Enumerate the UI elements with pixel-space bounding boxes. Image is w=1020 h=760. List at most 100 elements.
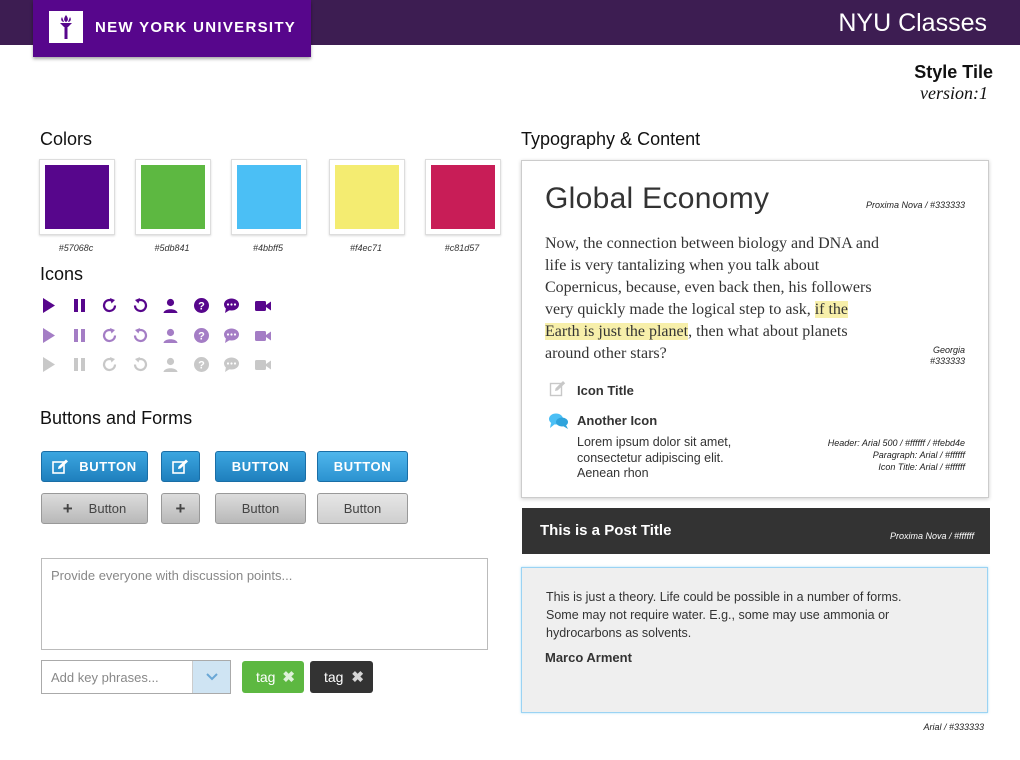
- colors-heading: Colors: [40, 129, 93, 149]
- play-icon[interactable]: [40, 325, 71, 345]
- help-icon[interactable]: ?: [193, 325, 224, 345]
- swatch-label: #c81d57: [444, 243, 480, 253]
- video-icon[interactable]: [254, 354, 285, 374]
- quote-text: This is just a theory. Life could be pos…: [546, 590, 902, 640]
- add-icon-button[interactable]: +: [161, 493, 200, 524]
- edit-icon-button[interactable]: [161, 451, 200, 482]
- edit-icon: [172, 459, 189, 474]
- select-placeholder: Add key phrases...: [51, 670, 159, 685]
- spec-note: Paragraph: Arial / #ffffff: [872, 450, 965, 460]
- icon-title: Icon Title: [577, 383, 634, 398]
- torch-icon: [49, 11, 83, 43]
- add-button[interactable]: + Button: [41, 493, 148, 524]
- video-icon[interactable]: [254, 295, 285, 315]
- close-icon[interactable]: ✖: [282, 668, 295, 686]
- refresh-icon[interactable]: [101, 295, 132, 315]
- post-title-note: Proxima Nova / #ffffff: [889, 531, 974, 541]
- primary-button-hover-label: BUTTON: [333, 459, 392, 474]
- tag-chip[interactable]: tag ✖: [310, 661, 373, 693]
- post-title-bar: This is a Post Title Proxima Nova / #fff…: [522, 508, 990, 554]
- svg-text:?: ?: [198, 359, 205, 371]
- help-icon[interactable]: ?: [193, 295, 224, 315]
- swatch-label: #5db841: [154, 243, 190, 253]
- secondary-button-hover-label: Button: [343, 501, 382, 516]
- tag-chip[interactable]: tag ✖: [242, 661, 304, 693]
- chat-icon[interactable]: [223, 325, 254, 345]
- play-icon[interactable]: [40, 354, 71, 374]
- swatch-fill: [335, 165, 399, 229]
- secondary-button-hover[interactable]: Button: [317, 493, 408, 524]
- key-phrases-select[interactable]: Add key phrases...: [41, 660, 231, 694]
- svg-text:?: ?: [198, 300, 205, 312]
- svg-text:?: ?: [198, 330, 205, 342]
- swatch-fill: [45, 165, 109, 229]
- plus-icon: +: [62, 498, 73, 518]
- close-icon[interactable]: ✖: [351, 668, 364, 686]
- typography-card: Global Economy Proxima Nova / #333333 No…: [521, 160, 989, 498]
- undo-icon[interactable]: [132, 295, 163, 315]
- pause-icon[interactable]: [71, 295, 102, 315]
- quote-note: Arial / #333333: [923, 722, 984, 732]
- chat-icon[interactable]: [223, 354, 254, 374]
- logo-text: NEW YORK UNIVERSITY: [95, 19, 297, 36]
- chevron-down-icon[interactable]: [192, 661, 230, 693]
- icons-heading: Icons: [40, 264, 84, 284]
- color-swatch: [39, 159, 115, 235]
- spec-note: Icon Title: Arial / #ffffff: [878, 462, 965, 472]
- font-note: Georgia: [932, 345, 965, 355]
- font-note: #333333: [929, 356, 965, 366]
- post-title[interactable]: This is a Post Title: [540, 522, 671, 539]
- video-icon[interactable]: [254, 325, 285, 345]
- edit-button[interactable]: BUTTON: [41, 451, 148, 482]
- primary-button-hover[interactable]: BUTTON: [317, 451, 408, 482]
- another-icon-description: Lorem ipsum dolor sit amet, consectetur …: [577, 435, 732, 480]
- plus-icon: +: [175, 498, 186, 518]
- add-button-label: Button: [88, 501, 127, 516]
- undo-icon[interactable]: [132, 354, 163, 374]
- swatch-fill: [431, 165, 495, 229]
- tag-label: tag: [324, 669, 344, 685]
- user-icon[interactable]: [162, 295, 193, 315]
- spec-note: Header: Arial 500 / #ffffff / #febd4e: [827, 438, 965, 448]
- swatch-label: #f4ec71: [349, 243, 383, 253]
- buttons-forms-heading: Buttons and Forms: [40, 408, 193, 428]
- color-swatch: [135, 159, 211, 235]
- quote-box: This is just a theory. Life could be pos…: [521, 567, 988, 713]
- color-swatch: [231, 159, 307, 235]
- nyu-logo[interactable]: NEW YORK UNIVERSITY: [33, 0, 311, 57]
- content-title: Global Economy: [545, 182, 770, 215]
- font-note: Proxima Nova / #333333: [865, 200, 965, 210]
- play-icon[interactable]: [40, 295, 71, 315]
- swatch-fill: [237, 165, 301, 229]
- secondary-button-label: Button: [241, 501, 280, 516]
- icon-row: ?: [40, 325, 284, 345]
- user-icon[interactable]: [162, 325, 193, 345]
- version-label: version:1: [920, 83, 988, 103]
- swatch-label: #57068c: [58, 243, 94, 253]
- quote-author: Marco Arment: [545, 650, 632, 665]
- pause-icon[interactable]: [71, 354, 102, 374]
- color-swatch: [329, 159, 405, 235]
- edit-icon: [52, 459, 69, 474]
- chat-icon: [548, 411, 569, 435]
- content-paragraph: Now, the connection between biology and …: [545, 233, 885, 365]
- chat-icon[interactable]: [223, 295, 254, 315]
- edit-button-label: BUTTON: [79, 459, 137, 474]
- icon-row: ?: [40, 354, 284, 374]
- typography-heading: Typography & Content: [521, 129, 701, 149]
- textarea-placeholder: Provide everyone with discussion points.…: [51, 568, 293, 583]
- user-icon[interactable]: [162, 354, 193, 374]
- secondary-button[interactable]: Button: [215, 493, 306, 524]
- discussion-textarea[interactable]: Provide everyone with discussion points.…: [41, 558, 488, 650]
- undo-icon[interactable]: [132, 325, 163, 345]
- primary-button[interactable]: BUTTON: [215, 451, 306, 482]
- refresh-icon[interactable]: [101, 325, 132, 345]
- swatch-fill: [141, 165, 205, 229]
- tag-label: tag: [256, 669, 276, 685]
- refresh-icon[interactable]: [101, 354, 132, 374]
- swatch-label: #4bbff5: [252, 243, 284, 253]
- style-tile-title: Style Tile: [914, 62, 993, 82]
- app-title: NYU Classes: [838, 9, 987, 37]
- help-icon[interactable]: ?: [193, 354, 224, 374]
- pause-icon[interactable]: [71, 325, 102, 345]
